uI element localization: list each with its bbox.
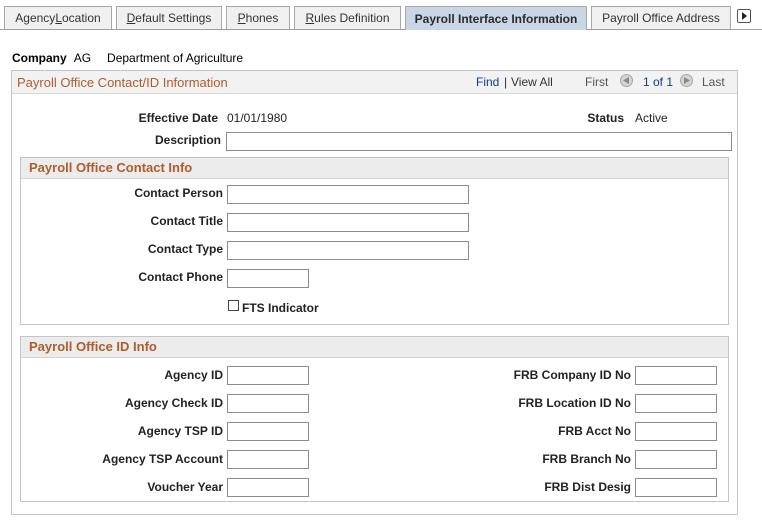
agency-check-id-label: Agency Check ID — [124, 396, 223, 410]
agency-id-input[interactable] — [227, 366, 309, 385]
tab-label: ocation — [62, 11, 101, 25]
tab-rules-definition[interactable]: Rules Definition — [294, 6, 401, 29]
previous-button[interactable] — [620, 74, 633, 87]
group-header: Payroll Office Contact Info — [21, 158, 728, 179]
frb-acct-no-label: FRB Acct No — [558, 424, 631, 438]
section-title: Payroll Office Contact/ID Information — [17, 75, 228, 90]
tab-payroll-office-address[interactable]: Payroll Office Address — [591, 6, 731, 29]
triangle-left-icon — [623, 77, 629, 84]
agency-check-id-input[interactable] — [227, 394, 309, 413]
company-line: Company AG Department of Agriculture — [12, 51, 243, 65]
tab-label: efault Settings — [135, 11, 212, 25]
frb-dist-desig-label: FRB Dist Desig — [544, 480, 631, 494]
tab-label: Payroll Interface Information — [414, 11, 578, 26]
company-description: Department of Agriculture — [107, 51, 244, 65]
triangle-right-icon — [684, 77, 690, 84]
contact-title-label: Contact Title — [150, 214, 223, 228]
tab-baseline — [0, 29, 762, 30]
tab-label-accesskey: P — [237, 11, 246, 25]
group-title: Payroll Office Contact Info — [29, 160, 193, 175]
tab-payroll-interface-information[interactable]: Payroll Interface Information — [405, 6, 587, 30]
agency-tsp-account-label: Agency TSP Account — [102, 452, 223, 466]
frb-acct-no-input[interactable] — [635, 422, 717, 441]
frb-dist-desig-input[interactable] — [635, 478, 717, 497]
fts-indicator-label: FTS Indicator — [242, 301, 319, 315]
payroll-office-id-info-group: Payroll Office ID Info Agency ID Agency … — [20, 336, 729, 502]
agency-tsp-account-input[interactable] — [227, 450, 309, 469]
contact-person-label: Contact Person — [134, 186, 223, 200]
frb-company-id-no-input[interactable] — [635, 366, 717, 385]
frb-location-id-no-input[interactable] — [635, 394, 717, 413]
group-title: Payroll Office ID Info — [29, 339, 157, 354]
section-header: Payroll Office Contact/ID Information Fi… — [12, 71, 737, 94]
tab-agency-location[interactable]: Agency Location — [4, 6, 112, 29]
frb-branch-no-label: FRB Branch No — [542, 452, 631, 466]
effective-date-label: Effective Date — [138, 111, 218, 125]
contact-type-label: Contact Type — [147, 242, 223, 256]
group-header: Payroll Office ID Info — [21, 337, 728, 358]
last-link[interactable]: Last — [702, 75, 725, 89]
tab-label-accesskey: R — [305, 11, 315, 25]
tab-label: Agency — [15, 11, 56, 25]
triangle-right-icon — [742, 12, 747, 20]
contact-title-input[interactable] — [227, 213, 469, 232]
payroll-office-contact-id-section: Payroll Office Contact/ID Information Fi… — [11, 70, 738, 515]
fts-indicator-checkbox[interactable] — [228, 300, 239, 311]
contact-phone-input[interactable] — [227, 269, 309, 288]
description-label: Description — [154, 133, 221, 147]
tab-bar: Agency Location Default Settings Phones … — [0, 0, 762, 30]
company-label: Company — [12, 51, 67, 65]
contact-type-input[interactable] — [227, 241, 469, 260]
company-code: AG — [73, 51, 92, 65]
tab-scroll-right-button[interactable] — [737, 9, 751, 23]
contact-phone-label: Contact Phone — [138, 270, 223, 284]
frb-company-id-no-label: FRB Company ID No — [513, 368, 631, 382]
tab-phones[interactable]: Phones — [226, 6, 290, 29]
tab-label-accesskey: L — [55, 11, 62, 25]
tab-label: ules Definition — [314, 11, 390, 25]
first-link[interactable]: First — [585, 75, 608, 89]
voucher-year-input[interactable] — [227, 478, 309, 497]
status-value: Active — [635, 111, 668, 125]
tab-label-accesskey: D — [126, 11, 136, 25]
nav-separator: | — [504, 75, 508, 89]
agency-tsp-id-label: Agency TSP ID — [137, 424, 223, 438]
view-all-link[interactable]: View All — [511, 75, 553, 89]
frb-location-id-no-label: FRB Location ID No — [518, 396, 631, 410]
voucher-year-label: Voucher Year — [147, 480, 223, 494]
description-input[interactable] — [226, 132, 732, 151]
agency-tsp-id-input[interactable] — [227, 422, 309, 441]
agency-id-label: Agency ID — [164, 368, 223, 382]
tab-default-settings[interactable]: Default Settings — [116, 6, 222, 29]
tab-label: hones — [245, 11, 279, 25]
effective-date-value: 01/01/1980 — [227, 111, 288, 125]
tab-label: Payroll Office Address — [602, 11, 720, 25]
row-count: 1 of 1 — [643, 75, 674, 89]
next-button[interactable] — [680, 74, 693, 87]
payroll-office-contact-info-group: Payroll Office Contact Info Contact Pers… — [20, 157, 729, 325]
status-label: Status — [587, 111, 624, 125]
find-link[interactable]: Find — [476, 75, 499, 89]
frb-branch-no-input[interactable] — [635, 450, 717, 469]
contact-person-input[interactable] — [227, 185, 469, 204]
